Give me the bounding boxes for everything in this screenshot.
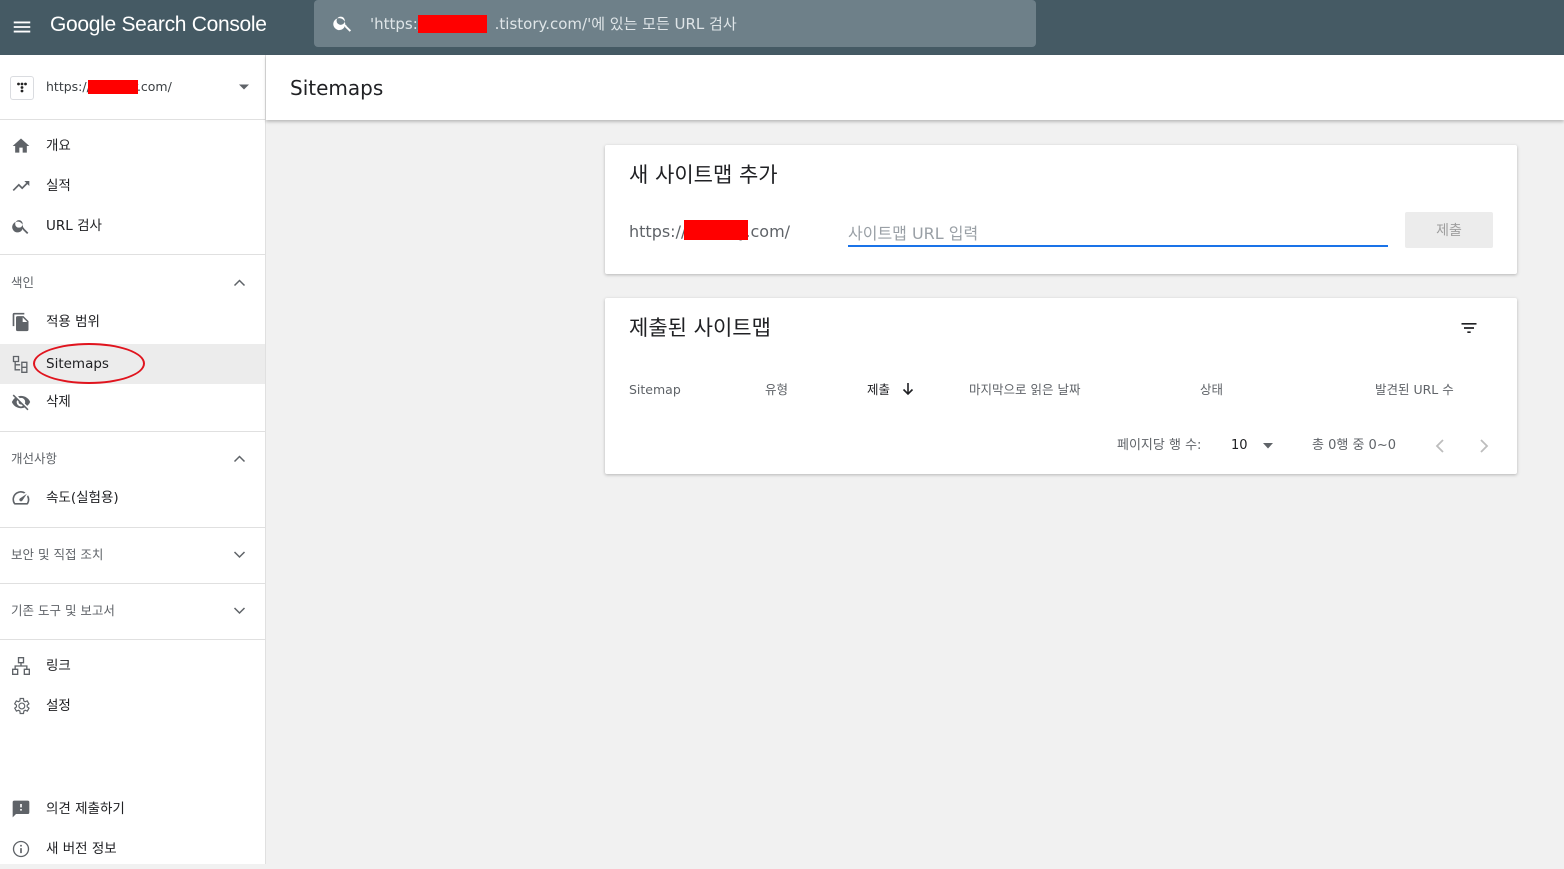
section-label: 개선사항 <box>11 451 58 466</box>
sidebar-item-label: 의견 제출하기 <box>46 801 125 817</box>
sidebar-item-label: 삭제 <box>46 394 71 410</box>
sidebar-item-label: 개요 <box>46 138 71 154</box>
chevron-right-icon[interactable] <box>1472 434 1496 458</box>
sidebar-item-feedback[interactable]: 의견 제출하기 <box>0 789 265 829</box>
sidebar-divider <box>0 639 265 640</box>
visibility-off-icon <box>11 394 31 411</box>
menu-icon[interactable] <box>11 16 33 38</box>
submit-button[interactable]: 제출 <box>1405 212 1493 248</box>
arrow-down-icon[interactable] <box>902 382 914 396</box>
sidebar-divider <box>0 583 265 584</box>
sidebar-item-label: Sitemaps <box>46 356 109 372</box>
sidebar-divider <box>0 527 265 528</box>
sidebar-item-links[interactable]: 링크 <box>0 646 265 686</box>
redaction-mark <box>684 220 748 240</box>
chevron-up-icon <box>233 455 246 463</box>
caret-down-icon[interactable] <box>238 83 250 91</box>
column-header-type[interactable]: 유형 <box>765 381 788 399</box>
section-legacy-toggle[interactable]: 기존 도구 및 보고서 <box>0 591 265 631</box>
sidebar-item-label: 새 버전 정보 <box>46 841 117 857</box>
chevron-down-icon <box>233 607 246 615</box>
add-sitemap-title: 새 사이트맵 추가 <box>629 163 778 187</box>
section-label: 색인 <box>11 275 35 290</box>
trending-up-icon <box>12 181 30 191</box>
sidebar-item-coverage[interactable]: 적용 범위 <box>0 302 265 342</box>
sidebar-item-label: 실적 <box>46 178 71 194</box>
search-icon <box>333 16 352 32</box>
section-index-toggle[interactable]: 색인 <box>0 263 265 303</box>
sidebar-item-label: 속도(실험용) <box>46 490 119 506</box>
section-security-toggle[interactable]: 보안 및 직접 조치 <box>0 535 265 575</box>
section-label: 보안 및 직접 조치 <box>11 547 104 562</box>
sidebar-item-url-inspection[interactable]: URL 검사 <box>0 206 265 246</box>
sidebar-item-settings[interactable]: 설정 <box>0 686 265 726</box>
sidebar-item-sitemaps[interactable]: Sitemaps <box>0 344 265 384</box>
add-sitemap-card: 새 사이트맵 추가 https:// .tistory.com/ 제출 <box>605 145 1517 274</box>
column-header-status[interactable]: 상태 <box>1200 381 1223 399</box>
rows-per-page-value: 10 <box>1231 438 1248 453</box>
section-label: 기존 도구 및 보고서 <box>11 603 115 618</box>
speed-icon <box>12 491 30 505</box>
rows-per-page-select[interactable]: 10 <box>1231 434 1281 458</box>
filter-icon[interactable] <box>1459 318 1479 338</box>
sidebar-item-performance[interactable]: 실적 <box>0 166 265 206</box>
chevron-left-icon[interactable] <box>1428 434 1452 458</box>
links-icon <box>12 657 30 675</box>
sitemap-url-input[interactable] <box>848 221 1388 247</box>
search-icon <box>12 220 29 234</box>
page-title: Sitemaps <box>290 76 384 100</box>
submitted-sitemaps-title: 제출된 사이트맵 <box>629 316 771 340</box>
sidebar-item-speed[interactable]: 속도(실험용) <box>0 478 265 518</box>
file-copy-icon <box>12 312 29 332</box>
caret-down-icon <box>1263 443 1273 449</box>
product-name[interactable]: Google Search Console <box>50 10 267 40</box>
sidebar-item-label: 적용 범위 <box>46 314 100 330</box>
info-icon <box>12 840 30 858</box>
page-header: Sitemaps <box>266 55 1564 120</box>
sitemap-icon <box>12 355 28 373</box>
sidebar-item-label: URL 검사 <box>46 218 102 234</box>
sidebar-item-overview[interactable]: 개요 <box>0 126 265 166</box>
column-header-discovered-urls[interactable]: 발견된 URL 수 <box>1375 381 1454 399</box>
sidebar: https:// .tistory.com/ 개요 실적 URL 검사 색인 적… <box>0 55 266 864</box>
settings-icon <box>13 697 30 715</box>
chevron-up-icon <box>233 279 246 287</box>
top-app-bar: Google Search Console <box>0 0 1564 55</box>
section-enhancements-toggle[interactable]: 개선사항 <box>0 439 265 479</box>
pagination-range: 총 0행 중 0~0 <box>1312 438 1396 453</box>
property-selector[interactable]: https:// .tistory.com/ <box>0 55 265 120</box>
sidebar-divider <box>0 431 265 432</box>
sidebar-item-label: 링크 <box>46 658 71 674</box>
sidebar-item-removals[interactable]: 삭제 <box>0 382 265 422</box>
sidebar-divider <box>0 254 265 255</box>
column-header-last-read[interactable]: 마지막으로 읽은 날짜 <box>969 381 1080 399</box>
submitted-sitemaps-card: 제출된 사이트맵 Sitemap 유형 제출 마지막으로 읽은 날짜 상태 발견… <box>605 298 1517 474</box>
sidebar-item-label: 설정 <box>46 698 71 714</box>
redaction-mark <box>418 15 487 33</box>
feedback-icon <box>12 800 30 818</box>
rows-per-page-label: 페이지당 행 수: <box>1117 438 1202 453</box>
redaction-mark <box>88 80 138 94</box>
column-header-submitted[interactable]: 제출 <box>867 381 890 399</box>
home-icon <box>12 138 30 153</box>
property-favicon-icon <box>10 76 34 100</box>
column-header-sitemap[interactable]: Sitemap <box>629 381 681 399</box>
chevron-down-icon <box>233 551 246 559</box>
sidebar-item-whats-new[interactable]: 새 버전 정보 <box>0 829 265 869</box>
